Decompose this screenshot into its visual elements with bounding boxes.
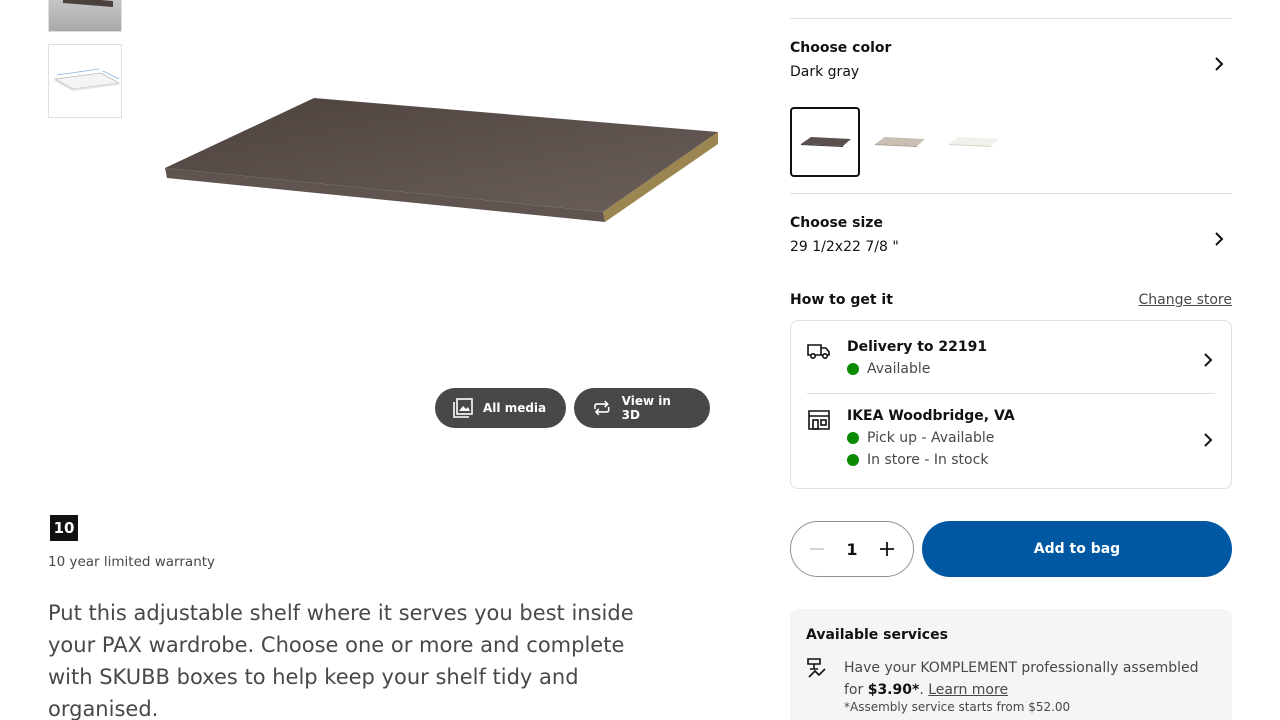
shelf-thumbnail-image <box>63 0 113 7</box>
thumbnail-dimension-drawing[interactable] <box>48 44 122 118</box>
delivery-title: Delivery to 22191 <box>847 339 988 355</box>
divider <box>790 193 1232 194</box>
delivery-status: Available <box>847 361 930 377</box>
learn-more-link[interactable]: Learn more <box>928 682 1008 698</box>
color-value: Dark gray <box>790 64 860 80</box>
chevron-right-icon <box>1204 433 1213 447</box>
in-stock-status-dot <box>847 454 859 466</box>
choose-color-title: Choose color <box>790 40 892 56</box>
delivery-row[interactable]: Delivery to 22191 Available <box>807 339 1215 383</box>
product-main-image[interactable] <box>160 90 730 230</box>
chevron-right-icon <box>1215 57 1224 71</box>
divider <box>790 18 1232 19</box>
instore-status: In store - In stock <box>847 452 988 468</box>
pickup-status-text: Pick up - Available <box>867 430 995 446</box>
assembly-price: $3.90* <box>867 682 920 698</box>
warranty-text: 10 year limited warranty <box>48 554 216 570</box>
assembly-text-separator: . <box>919 682 929 698</box>
color-swatch-white[interactable] <box>938 107 1008 177</box>
minus-icon[interactable] <box>809 541 825 557</box>
available-services-title: Available services <box>806 627 948 643</box>
color-swatch-beige[interactable] <box>864 107 934 177</box>
store-title: IKEA Woodbridge, VA <box>847 408 1015 424</box>
instore-status-text: In store - In stock <box>867 452 989 468</box>
plus-icon[interactable] <box>879 541 895 557</box>
choose-color-selector[interactable]: Choose color Dark gray <box>790 40 1232 90</box>
warranty-badge: 10 <box>50 515 78 541</box>
color-swatch-dark-gray[interactable] <box>790 107 860 177</box>
assembly-service-text: Have your KOMPLEMENT professionally asse… <box>844 657 1216 701</box>
swatch-beige-image <box>875 137 925 147</box>
quantity-stepper: 1 <box>790 521 914 577</box>
view-in-3d-label: View in 3D <box>621 394 671 422</box>
choose-size-selector[interactable]: Choose size 29 1/2x22 7/8 " <box>790 215 1232 265</box>
availability-box: Delivery to 22191 Available IKEA Woodbri… <box>790 320 1232 489</box>
add-to-bag-button[interactable]: Add to bag <box>922 521 1232 577</box>
available-services-panel: Available services Have your KOMPLEMENT … <box>790 609 1232 720</box>
change-store-link[interactable]: Change store <box>1139 292 1232 308</box>
truck-icon <box>807 344 830 360</box>
assembly-footnote: *Assembly service starts from $52.00 <box>844 700 1071 714</box>
pickup-status: Pick up - Available <box>847 430 994 446</box>
delivery-status-text: Available <box>867 361 931 377</box>
chevron-right-icon <box>1215 232 1224 246</box>
choose-size-title: Choose size <box>790 215 883 231</box>
available-status-dot <box>847 432 859 444</box>
size-value: 29 1/2x22 7/8 " <box>790 239 899 255</box>
available-status-dot <box>847 363 859 375</box>
chevron-right-icon <box>1204 353 1213 367</box>
store-icon <box>808 410 830 430</box>
store-row[interactable]: IKEA Woodbridge, VA Pick up - Available … <box>807 408 1215 474</box>
quantity-value[interactable]: 1 <box>846 540 857 559</box>
all-media-label: All media <box>483 401 547 415</box>
rotate-3d-icon <box>594 400 610 416</box>
how-to-get-it-title: How to get it <box>790 292 893 308</box>
divider <box>807 393 1215 394</box>
view-in-3d-button[interactable]: View in 3D <box>574 388 710 428</box>
all-media-button[interactable]: All media <box>435 388 566 428</box>
dimension-drawing-image <box>53 68 121 91</box>
swatch-white-image <box>949 137 999 147</box>
thumbnail-dark-gray-shelf[interactable] <box>48 0 122 32</box>
product-summary: Put this adjustable shelf where it serve… <box>48 601 634 720</box>
gallery-icon <box>453 398 473 418</box>
assembly-icon <box>807 658 826 678</box>
swatch-dark-gray-image <box>801 137 851 147</box>
